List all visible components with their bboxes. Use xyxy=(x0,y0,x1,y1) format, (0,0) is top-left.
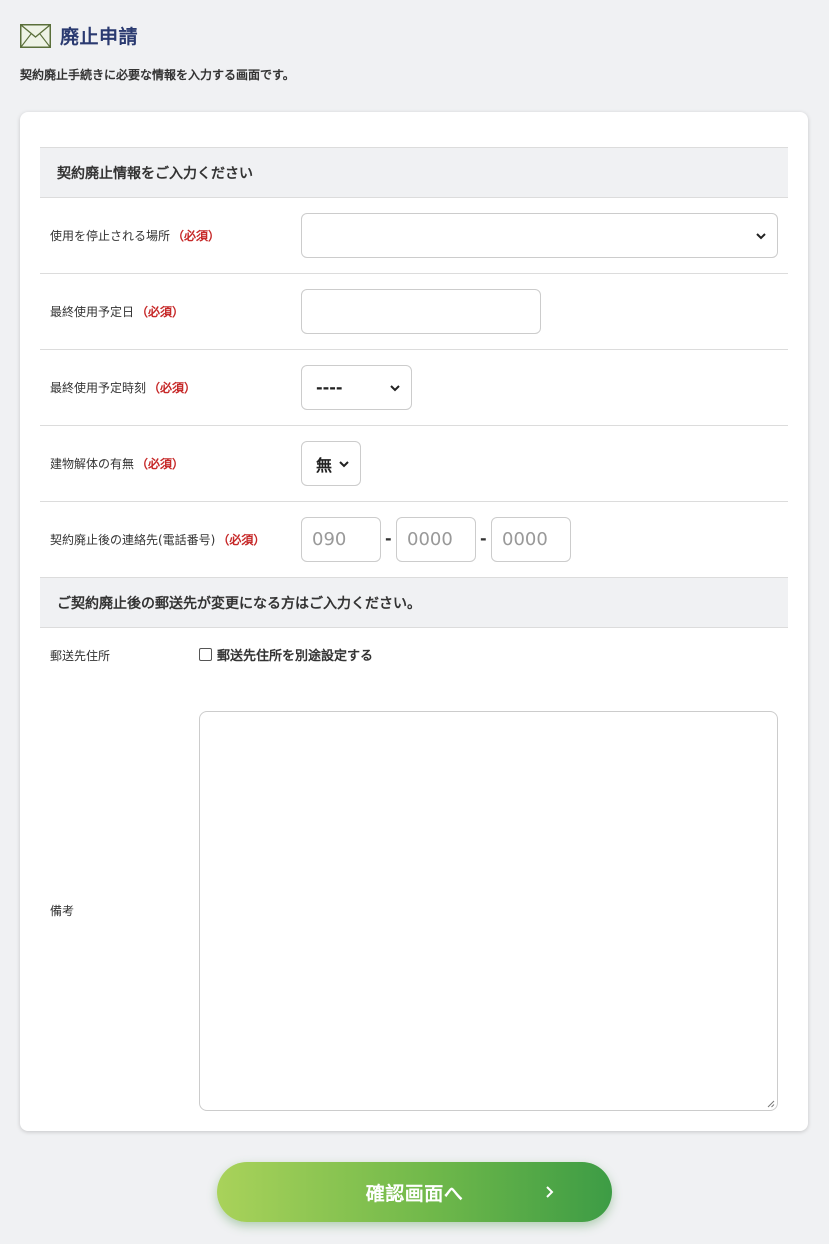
last-date-label: 最終使用予定日 （必須） xyxy=(50,305,185,319)
location-select[interactable] xyxy=(301,213,778,258)
mailing-address-toggle[interactable]: 郵送先住所を別途設定する xyxy=(199,645,373,664)
page-title: 廃止申請 xyxy=(60,26,139,48)
last-date-input[interactable] xyxy=(301,289,541,334)
phone-part2-input[interactable]: 0000 xyxy=(396,517,476,562)
phone-part3-input[interactable]: 0000 xyxy=(491,517,571,562)
form-row-mailing-address: 郵送先住所 郵送先住所を別途設定する xyxy=(40,637,788,697)
required-mark: （必須） xyxy=(136,457,185,471)
notes-label: 備考 xyxy=(50,904,75,918)
chevron-down-icon xyxy=(339,460,349,467)
page-header: 廃止申請 xyxy=(20,22,138,49)
phone-label: 契約廃止後の連絡先(電話番号) （必須） xyxy=(50,533,266,547)
phone-part1-input[interactable]: 090 xyxy=(301,517,381,562)
mailing-address-label: 郵送先住所 xyxy=(50,649,111,663)
last-time-select[interactable]: ---- xyxy=(301,365,412,410)
location-label: 使用を停止される場所 （必須） xyxy=(50,229,221,243)
page-description: 契約廃止手続きに必要な情報を入力する画面です。 xyxy=(20,68,295,82)
mailing-address-checkbox[interactable] xyxy=(199,648,212,661)
envelope-icon xyxy=(20,23,51,48)
demolition-label: 建物解体の有無 （必須） xyxy=(50,457,185,471)
notes-textarea[interactable] xyxy=(199,711,778,1111)
mailing-address-checkbox-label[interactable]: 郵送先住所を別途設定する xyxy=(217,645,373,664)
required-mark: （必須） xyxy=(136,305,185,319)
chevron-right-icon xyxy=(546,1186,554,1198)
chevron-down-icon xyxy=(756,232,766,239)
required-mark: （必須） xyxy=(148,381,197,395)
phone-separator: - xyxy=(385,529,392,548)
resize-grip-icon[interactable] xyxy=(767,1100,775,1108)
form-row-last-date: 最終使用予定日 （必須） xyxy=(40,274,788,350)
form-row-last-time: 最終使用予定時刻 （必須） ---- xyxy=(40,350,788,426)
confirm-button[interactable]: 確認画面へ xyxy=(217,1162,612,1222)
demolition-select[interactable]: 無 xyxy=(301,441,361,486)
form-row-demolition: 建物解体の有無 （必須） 無 xyxy=(40,426,788,502)
required-mark: （必須） xyxy=(217,533,266,547)
form-row-phone: 契約廃止後の連絡先(電話番号) （必須） 090 - 0000 - 0000 xyxy=(40,502,788,578)
required-mark: （必須） xyxy=(172,229,221,243)
form-card: 契約廃止情報をご入力ください 使用を停止される場所 （必須） 最終使用予定日 （必須… xyxy=(20,112,808,1131)
section-title-mailing: ご契約廃止後の郵送先が変更になる方はご入力ください。 xyxy=(40,577,788,628)
confirm-button-label: 確認画面へ xyxy=(365,1182,464,1205)
section-title-cancellation-info: 契約廃止情報をご入力ください xyxy=(40,147,788,198)
chevron-down-icon xyxy=(390,384,400,391)
phone-separator: - xyxy=(480,529,487,548)
form-row-location: 使用を停止される場所 （必須） xyxy=(40,198,788,274)
last-time-label: 最終使用予定時刻 （必須） xyxy=(50,381,197,395)
